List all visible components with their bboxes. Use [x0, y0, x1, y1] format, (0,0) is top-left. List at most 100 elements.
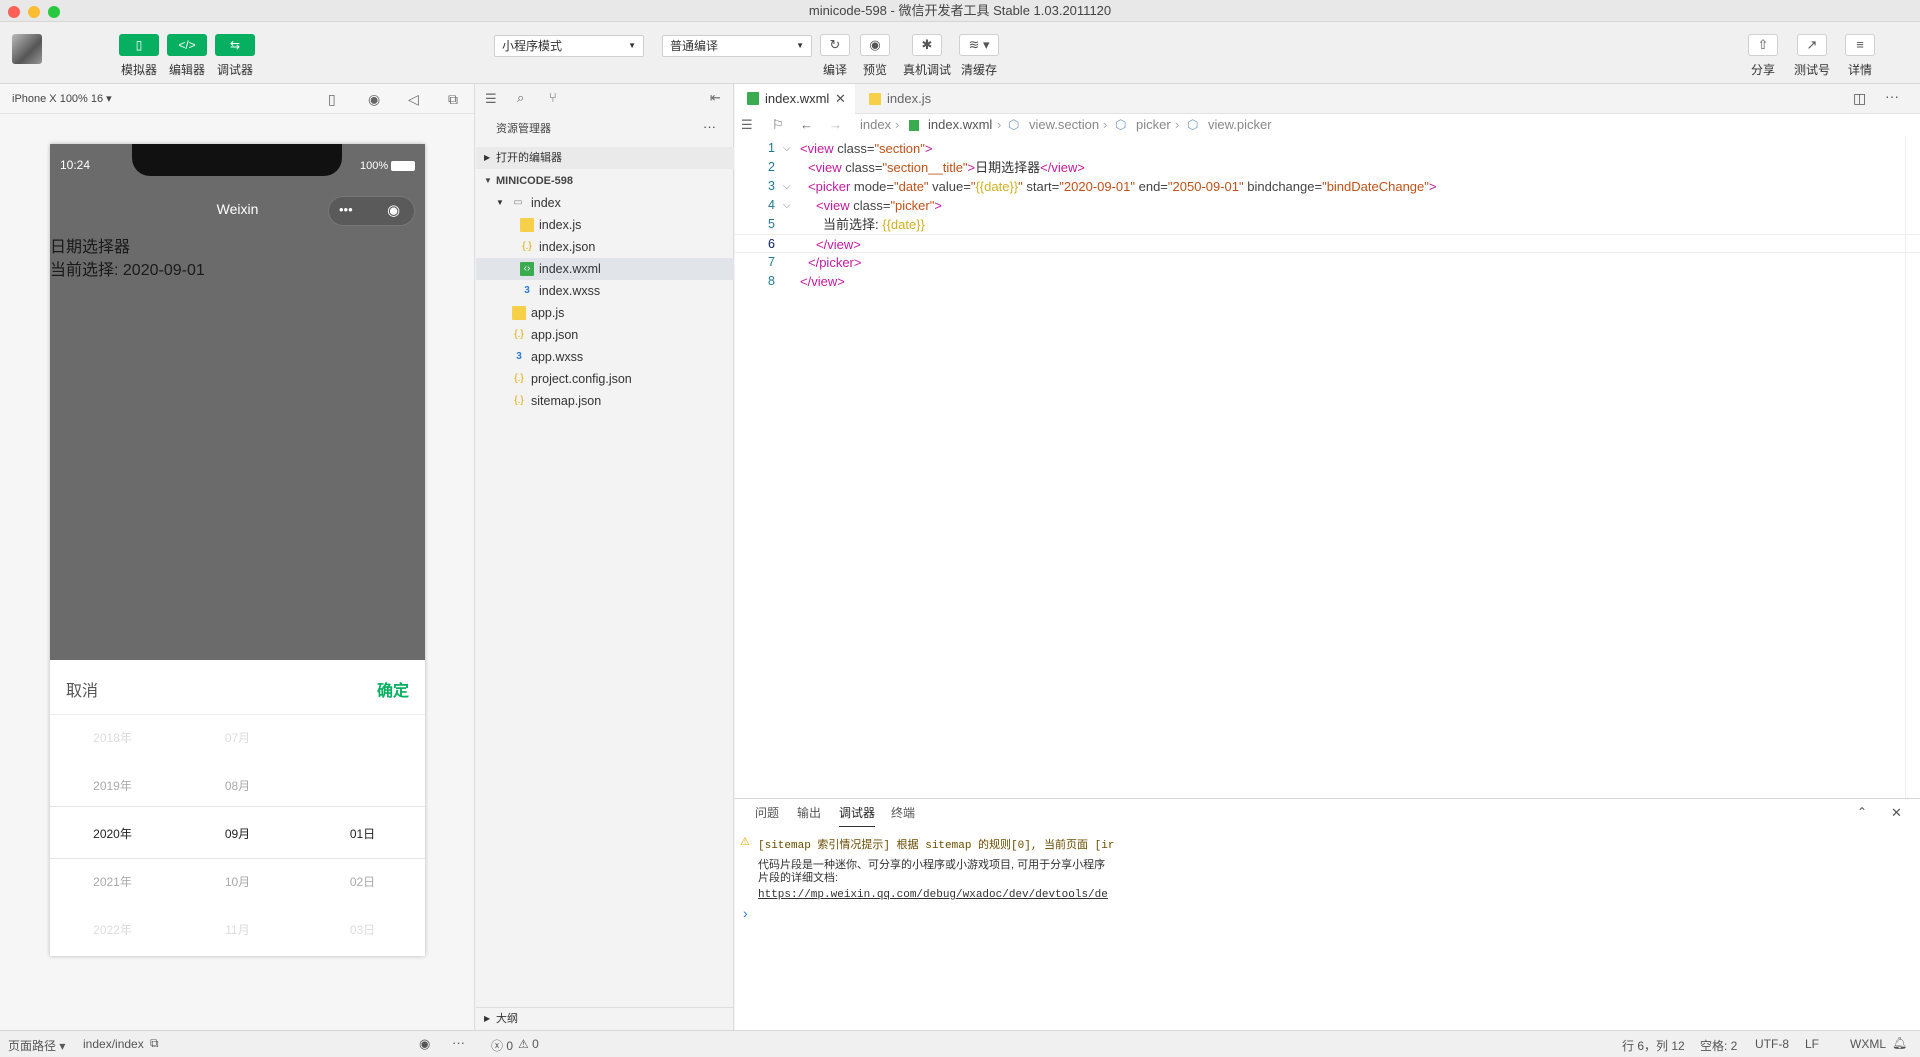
share-button[interactable]: ⇧ 分享 [1748, 34, 1778, 78]
copy-icon[interactable]: ⧉ [150, 1036, 159, 1051]
compile-button[interactable]: ↻ 编译 [820, 34, 850, 78]
device-select[interactable]: iPhone X 100% 16 ▾ [12, 93, 112, 105]
console-prompt[interactable]: › [743, 905, 748, 921]
preview-button[interactable]: ◉ 预览 [860, 34, 890, 78]
picker-cancel-button[interactable]: 取消 [66, 677, 98, 701]
close-window-button[interactable] [8, 6, 20, 18]
bell-icon[interactable]: 🔔︎ [1892, 1036, 1907, 1050]
more-dots-icon[interactable]: ••• [339, 202, 353, 217]
console-info: 片段的详细文档: [758, 872, 839, 884]
picker-row[interactable]: 2019年 08月 [50, 762, 425, 810]
file-app-json[interactable]: {.} app.json [476, 324, 734, 346]
breadcrumb-item[interactable]: view.section [1029, 114, 1099, 136]
back-arrow-icon[interactable]: ← [800, 114, 813, 136]
forward-arrow-icon[interactable]: → [829, 114, 842, 136]
breadcrumb-item[interactable]: view.picker [1208, 114, 1272, 136]
tab-index-wxml[interactable]: index.wxml ✕ [735, 84, 855, 114]
outline-section[interactable]: ▶ 大纲 [476, 1007, 734, 1029]
line-ending[interactable]: LF [1805, 1037, 1819, 1051]
breadcrumb-item[interactable]: index.wxml [928, 114, 992, 136]
split-editor-icon[interactable]: ◫ [1853, 90, 1866, 107]
details-button[interactable]: ≡ 详情 [1845, 34, 1875, 78]
real-device-debug-button[interactable]: ✱ 真机调试 [902, 34, 952, 78]
cursor-position[interactable]: 行 6，列 12 [1622, 1037, 1685, 1054]
tab-problems[interactable]: 问题 [755, 799, 779, 827]
console-link[interactable]: https://mp.weixin.qq.com/debug/wxadoc/de… [758, 889, 1108, 901]
more-actions-icon[interactable]: ··· [1885, 88, 1899, 104]
file-index-wxss[interactable]: 3 index.wxss [476, 280, 734, 302]
fold-icon[interactable]: ⌵ [783, 139, 791, 158]
encoding[interactable]: UTF-8 [1755, 1037, 1789, 1051]
json-file-icon: {.} [514, 329, 524, 340]
picker-row[interactable]: 2021年 10月 02日 [50, 858, 425, 906]
fold-icon[interactable]: ⌵ [783, 196, 791, 215]
bookmark-icon[interactable]: ⚐ [772, 114, 784, 136]
status-bar: 页面路径 ▾ index/index ⧉ ◉ ··· ⓧ 0 ⚠ 0 行 6，列… [0, 1030, 1920, 1057]
file-index-js[interactable]: index.js [476, 214, 734, 236]
avatar[interactable] [12, 34, 42, 64]
breadcrumb-item[interactable]: picker [1136, 114, 1171, 136]
mode-select[interactable]: 小程序模式 ▼ [494, 35, 644, 57]
editor-scrollbar[interactable] [1905, 136, 1917, 798]
collapse-panel-icon[interactable]: ⇤ [710, 90, 721, 106]
phone-screen-overlay[interactable]: 10:24 100% Weixin ••• ◉ 日期选择器 当前选择: 2020… [50, 144, 425, 660]
capsule-menu[interactable]: ••• ◉ [328, 196, 415, 226]
list-icon[interactable]: ☰ [485, 91, 497, 107]
more-icon[interactable]: ··· [703, 116, 716, 138]
fold-icon[interactable]: ⌵ [783, 177, 791, 196]
file-sitemap-json[interactable]: {.} sitemap.json [476, 390, 734, 412]
clear-cache-button[interactable]: ≋ ▾ 清缓存 [959, 34, 999, 78]
minimize-window-button[interactable] [28, 6, 40, 18]
code-line: 8 </view> [768, 274, 845, 289]
tab-debugger[interactable]: 调试器 [839, 799, 876, 827]
indent-spaces[interactable]: 空格: 2 [1700, 1037, 1737, 1054]
close-capsule-icon[interactable]: ◉ [387, 201, 400, 219]
language-mode[interactable]: WXML [1850, 1037, 1886, 1051]
open-editors-section[interactable]: ▶ 打开的编辑器 [476, 147, 734, 169]
test-account-button[interactable]: ↗ 测试号 [1794, 34, 1830, 78]
chevron-up-icon[interactable]: ⌃ [1857, 805, 1867, 819]
editor-button[interactable]: </> 编辑器 [167, 34, 207, 78]
json-file-icon: {.} [522, 241, 532, 252]
picker-row[interactable]: 2022年 11月 03日 [50, 906, 425, 954]
phone-icon[interactable]: ▯ [328, 84, 336, 114]
window-title: minicode-598 - 微信开发者工具 Stable 1.03.20111… [808, 3, 1112, 18]
picker-row[interactable]: 2018年 07月 [50, 714, 425, 762]
file-app-js[interactable]: app.js [476, 302, 734, 324]
error-icon: ⓧ [491, 1039, 507, 1053]
debugger-button[interactable]: ⇆ 调试器 [215, 34, 255, 78]
project-section[interactable]: ▼ MINICODE-598 [476, 170, 734, 192]
tab-output[interactable]: 输出 [797, 799, 821, 827]
close-tab-icon[interactable]: ✕ [835, 84, 846, 114]
git-branch-icon[interactable]: ⑂ [549, 90, 557, 105]
json-file-icon: {.} [514, 395, 524, 406]
file-index-wxml-selected[interactable]: ‹› index.wxml [476, 258, 734, 280]
page-path-select[interactable]: 页面路径 ▾ [8, 1037, 65, 1054]
sound-icon[interactable]: ◁ [408, 84, 419, 114]
console-warning: [sitemap 索引情况提示] 根据 sitemap 的规则[0], 当前页面… [758, 840, 1115, 852]
code-area[interactable]: 1 ⌵ <view class="section"> 2 <view class=… [735, 136, 1920, 798]
breadcrumb-item[interactable]: index [860, 114, 891, 136]
tab-terminal[interactable]: 终端 [891, 799, 915, 827]
picker-confirm-button[interactable]: 确定 [377, 677, 409, 701]
file-app-wxss[interactable]: 3 app.wxss [476, 346, 734, 368]
folder-index[interactable]: ▼ ▭ index [476, 192, 734, 214]
errors-count[interactable]: ⓧ 0 [491, 1037, 513, 1054]
eye-icon[interactable]: ◉ [419, 1036, 430, 1052]
file-project-config[interactable]: {.} project.config.json [476, 368, 734, 390]
list-icon[interactable]: ☰ [741, 114, 753, 136]
tab-index-js[interactable]: index.js [857, 84, 957, 114]
picker-row-selected[interactable]: 2020年 09月 01日 [50, 810, 425, 858]
popout-icon[interactable]: ⧉ [448, 84, 458, 114]
maximize-window-button[interactable] [48, 6, 60, 18]
warnings-count[interactable]: ⚠ 0 [518, 1037, 539, 1051]
record-icon[interactable]: ◉ [368, 84, 380, 114]
current-date-text[interactable]: 当前选择: 2020-09-01 [50, 256, 205, 280]
simulator-button[interactable]: ▯ 模拟器 [119, 34, 159, 78]
close-panel-icon[interactable]: ✕ [1891, 805, 1902, 821]
search-icon[interactable]: ⌕ [517, 90, 524, 106]
file-index-json[interactable]: {.} index.json [476, 236, 734, 258]
compile-mode-select[interactable]: 普通编译 ▼ [662, 35, 812, 57]
wxml-file-icon: ‹› [520, 262, 534, 276]
more-icon[interactable]: ··· [452, 1035, 465, 1050]
